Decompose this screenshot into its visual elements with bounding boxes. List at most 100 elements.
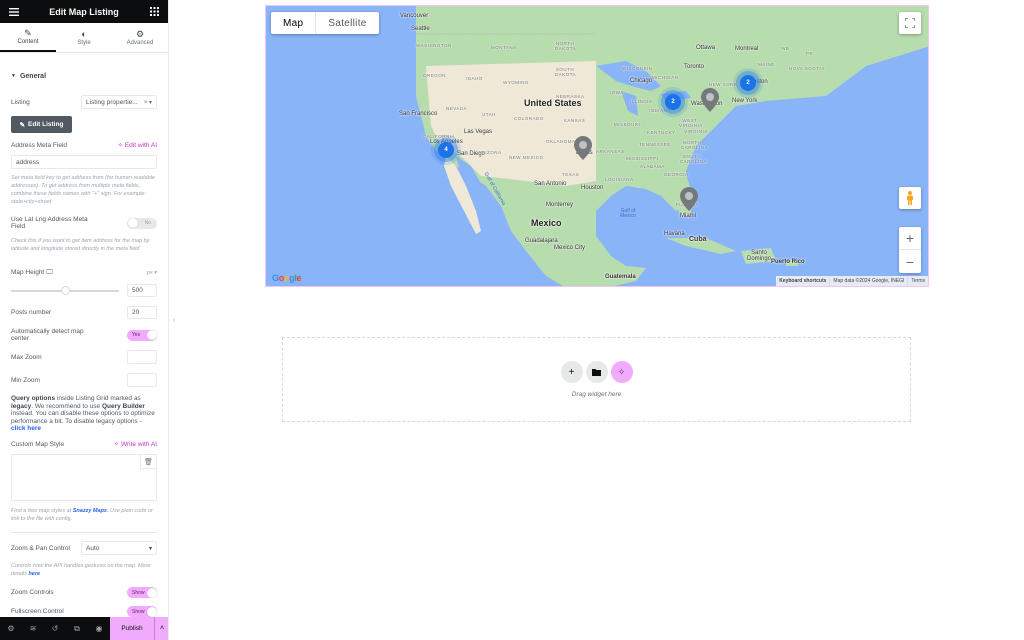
zoom-controls-label: Zoom Controls <box>11 589 54 596</box>
map-label-state: IDAHO <box>466 76 483 81</box>
hamburger-menu-icon[interactable] <box>8 7 20 17</box>
legacy-text: instead. You can disable these options t… <box>11 410 155 425</box>
write-with-ai-button[interactable]: ✧ Write with AI <box>114 440 157 448</box>
publish-button[interactable]: Publish <box>110 617 154 640</box>
map-height-value: 500 <box>132 287 143 294</box>
min-zoom-input[interactable] <box>127 373 157 387</box>
custom-style-help: Find a free map styles at Snazzy Maps. U… <box>11 507 157 523</box>
history-icon[interactable]: ↺ <box>44 624 66 633</box>
map-label-state: OREGON <box>423 73 447 78</box>
add-section-button[interactable]: + <box>560 361 583 383</box>
fullscreen-control-toggle[interactable]: Show <box>127 606 157 617</box>
preview-eye-icon[interactable]: ◉ <box>88 624 110 633</box>
cluster-count: 4 <box>444 147 448 153</box>
map-data-text: Map data ©2024 Google, INEGI <box>829 276 907 286</box>
posts-number-label: Posts number <box>11 309 52 316</box>
collapse-panel-handle[interactable]: ‹ <box>169 313 179 327</box>
map-label-state: COLORADO <box>514 116 544 121</box>
marker-cluster[interactable]: 2 <box>740 75 756 91</box>
map-type-satellite-button[interactable]: Satellite <box>316 12 378 34</box>
cluster-count: 2 <box>671 99 675 105</box>
address-meta-input-wrap: address <box>11 155 157 169</box>
map-label-city: Havana <box>664 231 685 237</box>
map-label-state: NEW YORK <box>709 82 738 87</box>
zoom-pan-select[interactable]: Auto ▾ <box>81 541 157 555</box>
tab-advanced[interactable]: ⚙ Advanced <box>112 23 168 52</box>
trash-icon[interactable]: 🗑 <box>140 455 156 469</box>
marker-cluster[interactable]: 2 <box>665 94 681 110</box>
publish-options-button[interactable]: ˄ <box>154 617 168 640</box>
sparkle-icon: ✧ <box>113 441 121 448</box>
edit-listing-button[interactable]: ✎ Edit Listing <box>11 116 72 133</box>
legacy-bold: Query options <box>11 395 56 402</box>
tab-style[interactable]: ◐ Style <box>56 23 112 52</box>
disable-legacy-link[interactable]: click here <box>11 425 41 432</box>
street-view-pegman[interactable] <box>899 187 921 209</box>
map-label-state: VIRGINIA <box>684 129 708 134</box>
map-pin-icon[interactable] <box>701 88 719 112</box>
edit-with-ai-button[interactable]: ✧ Edit with AI <box>118 141 157 149</box>
map-label-state: WEST VIRGINIA <box>679 118 703 128</box>
dropzone-hint: Drag widget here <box>571 391 622 398</box>
zoom-in-button[interactable]: + <box>899 227 921 250</box>
address-meta-input[interactable]: address <box>11 155 157 169</box>
map-attribution: Keyboard shortcuts Map data ©2024 Google… <box>776 276 928 286</box>
section-general-toggle[interactable]: ▼ General <box>0 68 57 84</box>
clear-and-chevron-icon[interactable]: × ▾ <box>144 99 152 106</box>
widgets-grid-icon[interactable] <box>148 7 160 17</box>
map-label-city: Puerto Rico <box>771 259 805 265</box>
empty-section-dropzone[interactable]: + ✧ Drag widget here <box>282 337 911 422</box>
map-pin-icon[interactable] <box>680 187 698 211</box>
map-label-state: IOWA <box>610 90 624 95</box>
keyboard-shortcuts-link[interactable]: Keyboard shortcuts <box>776 276 829 286</box>
map-height-slider-handle[interactable] <box>61 286 70 295</box>
more-details-link[interactable]: here <box>28 571 40 577</box>
pencil-icon: ✎ <box>19 121 26 129</box>
posts-number-control: Posts number 20 <box>11 306 157 319</box>
lat-lng-toggle[interactable]: No <box>127 217 157 229</box>
auto-center-toggle[interactable]: Yes <box>127 329 157 341</box>
max-zoom-label: Max Zoom <box>11 353 42 361</box>
map-label-city: Seattle <box>411 26 430 32</box>
map-label-state: WASHINGTON <box>416 43 452 48</box>
navigator-layers-icon[interactable]: ≋ <box>22 624 44 633</box>
tab-content[interactable]: ✎ Content <box>0 23 56 52</box>
sparkle-icon: ✧ <box>617 366 626 377</box>
chevron-down-icon: ▾ <box>148 545 152 552</box>
toggle-knob <box>146 606 157 617</box>
posts-number-input[interactable]: 20 <box>127 306 157 319</box>
responsive-mode-icon[interactable]: ⧉ <box>66 624 88 634</box>
map-type-map-button[interactable]: Map <box>271 12 317 34</box>
map-label-city: San Antonio <box>534 181 567 187</box>
marker-cluster[interactable]: 4 <box>438 142 454 158</box>
snazzy-maps-link[interactable]: Snazzy Maps <box>73 508 107 514</box>
map-height-header: Map Height 🖵 px ▾ <box>11 269 157 277</box>
map-label-state: UTAH <box>482 112 496 117</box>
terms-link[interactable]: Terms <box>907 276 928 286</box>
zoom-controls-toggle[interactable]: Show <box>127 587 157 598</box>
listing-select[interactable]: Listing propertie... × ▾ <box>81 95 157 109</box>
fullscreen-button[interactable] <box>899 12 921 34</box>
map-label-state: ARKANSAS <box>596 149 625 154</box>
map-pin-icon[interactable] <box>574 136 592 160</box>
zoom-pan-label: Zoom & Pan Control <box>11 544 70 552</box>
map-label-state: WISCONSIN <box>622 66 653 71</box>
settings-gear-icon[interactable]: ⚙ <box>0 624 22 633</box>
zoom-out-button[interactable]: − <box>899 250 921 273</box>
map-tiles[interactable] <box>266 6 929 287</box>
zoom-pan-help: Controls how the API handles gestures on… <box>11 562 157 578</box>
custom-style-textarea[interactable]: 🗑 <box>11 454 157 501</box>
ai-builder-button[interactable]: ✧ <box>610 361 633 383</box>
edit-listing-control: ✎ Edit Listing <box>11 116 157 133</box>
map-label-state: NEVADA <box>446 106 468 111</box>
max-zoom-input[interactable] <box>127 350 157 364</box>
add-template-button[interactable] <box>585 361 608 383</box>
google-logo[interactable]: Google <box>272 273 302 283</box>
map-height-input[interactable]: 500 <box>127 284 157 297</box>
desktop-icon[interactable]: 🖵 <box>46 269 53 276</box>
unit-select[interactable]: px ▾ <box>147 270 157 276</box>
address-meta-help: Set meta field key to get address from (… <box>11 175 155 205</box>
google-map[interactable]: Map Satellite United States Mexico Cuba … <box>265 5 929 287</box>
map-label-city: Guatemala <box>605 274 636 280</box>
map-label-country: Mexico <box>531 218 562 228</box>
